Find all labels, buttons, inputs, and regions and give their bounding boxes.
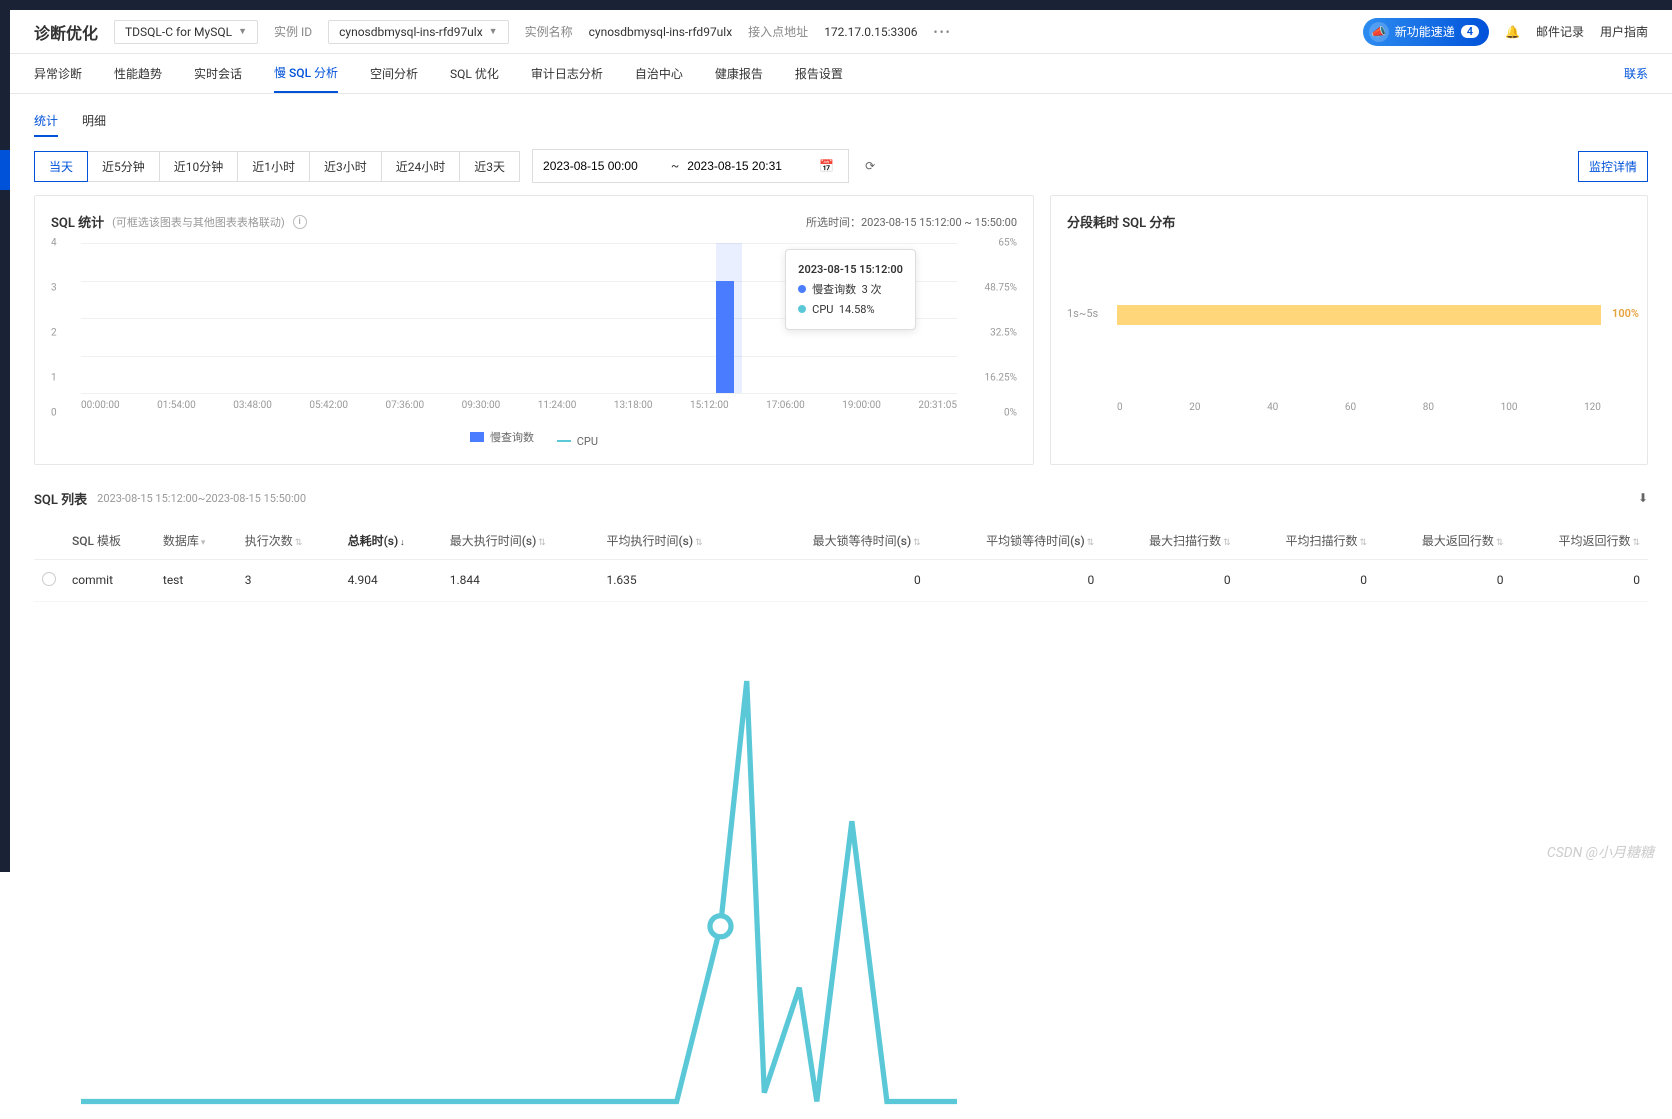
col-avg-return[interactable]: 平均返回行数⇅	[1511, 522, 1648, 560]
instance-id-value: cynosdbmysql-ins-rfd97ulx	[339, 25, 483, 39]
tab-report-settings[interactable]: 报告设置	[795, 55, 843, 92]
range-3d[interactable]: 近3天	[459, 151, 520, 182]
db-type-value: TDSQL-C for MySQL	[125, 25, 232, 39]
page-title: 诊断优化	[34, 20, 98, 44]
selected-time-label: 所选时间：2023-08-15 15:12:00 ~ 15:50:00	[806, 214, 1017, 230]
header-bar: 诊断优化 TDSQL-C for MySQL ▼ 实例 ID cynosdbmy…	[10, 10, 1672, 54]
y-right-tick: 65%	[998, 238, 1017, 249]
tab-autonomy[interactable]: 自治中心	[635, 55, 683, 92]
main-nav-tabs: 异常诊断 性能趋势 实时会话 慢 SQL 分析 空间分析 SQL 优化 审计日志…	[10, 54, 1672, 94]
top-dark-bar	[0, 0, 1672, 10]
endpoint-label: 接入点地址	[748, 23, 808, 40]
instance-id-dropdown[interactable]: cynosdbmysql-ins-rfd97ulx ▼	[328, 20, 508, 44]
cpu-line	[81, 243, 957, 1119]
y-right-tick: 16.25%	[985, 373, 1017, 384]
dist-chart[interactable]: 1s~5s 100% 0 20 40 60 80 100 120	[1067, 243, 1631, 413]
sql-stats-title: SQL 统计	[51, 212, 104, 231]
tab-live-session[interactable]: 实时会话	[194, 55, 242, 92]
refresh-icon[interactable]: ⟳	[861, 155, 879, 177]
y-right-tick: 48.75%	[985, 283, 1017, 294]
sub-tabs: 统计 明细	[10, 94, 1672, 137]
col-max-scan[interactable]: 最大扫描行数⇅	[1102, 522, 1238, 560]
cell-max-return: 0	[1375, 559, 1511, 601]
calendar-icon[interactable]: 📅	[815, 155, 838, 177]
user-guide-link[interactable]: 用户指南	[1600, 23, 1648, 40]
toolbar: 当天 近5分钟 近10分钟 近1小时 近3小时 近24小时 近3天 ~ 📅 ⟳ …	[10, 137, 1672, 195]
bell-icon[interactable]: 🔔	[1505, 25, 1520, 39]
new-feature-button[interactable]: 📣 新功能速递 4	[1363, 18, 1489, 46]
tab-health[interactable]: 健康报告	[715, 55, 763, 92]
sql-stats-chart[interactable]: 4 3 2 1 0 65% 48.75% 32.5% 16.25% 0%	[51, 243, 1017, 423]
instance-id-label: 实例 ID	[274, 23, 312, 40]
contact-link[interactable]: 联系	[1624, 65, 1648, 82]
y-right-tick: 0%	[1004, 408, 1017, 419]
watermark: CSDN @小月糖糖	[1547, 842, 1654, 862]
instance-name-value: cynosdbmysql-ins-rfd97ulx	[589, 25, 733, 39]
mail-link[interactable]: 邮件记录	[1536, 23, 1584, 40]
time-range-group: 当天 近5分钟 近10分钟 近1小时 近3小时 近24小时 近3天	[34, 151, 520, 182]
more-actions-icon[interactable]: •••	[934, 25, 952, 39]
dist-bar[interactable]	[1117, 305, 1601, 325]
megaphone-icon: 📣	[1369, 22, 1389, 42]
left-rail	[0, 10, 10, 872]
row-radio[interactable]	[42, 572, 56, 586]
cell-max-scan: 0	[1102, 559, 1238, 601]
date-from-input[interactable]	[543, 159, 663, 173]
cell-avg-return: 0	[1511, 559, 1648, 601]
y-left-tick: 4	[51, 238, 57, 249]
tab-exception[interactable]: 异常诊断	[34, 55, 82, 92]
range-3h[interactable]: 近3小时	[309, 151, 382, 182]
x-axis: 00:00:00 01:54:00 03:48:00 05:42:00 07:3…	[81, 400, 957, 411]
info-icon[interactable]: i	[293, 215, 307, 229]
dist-bucket-label: 1s~5s	[1067, 307, 1098, 320]
tab-sql-opt[interactable]: SQL 优化	[450, 55, 499, 92]
tooltip-time: 2023-08-15 15:12:00	[798, 260, 903, 280]
sql-stats-panel: SQL 统计 (可框选该图表与其他图表表格联动) i 所选时间：2023-08-…	[34, 195, 1034, 465]
cell-avg-scan: 0	[1239, 559, 1375, 601]
y-left-tick: 1	[51, 373, 57, 384]
col-avg-scan[interactable]: 平均扫描行数⇅	[1239, 522, 1375, 560]
endpoint-value: 172.17.0.15:3306	[824, 25, 917, 39]
chart-tooltip: 2023-08-15 15:12:00 慢查询数 3 次 CPU 14.58%	[785, 249, 916, 330]
y-right-tick: 32.5%	[990, 328, 1017, 339]
range-today[interactable]: 当天	[34, 151, 88, 182]
col-max-return[interactable]: 最大返回行数⇅	[1375, 522, 1511, 560]
new-feature-label: 新功能速递	[1395, 23, 1455, 40]
range-1h[interactable]: 近1小时	[237, 151, 310, 182]
instance-name-label: 实例名称	[525, 23, 573, 40]
monitor-detail-button[interactable]: 监控详情	[1578, 151, 1648, 182]
range-24h[interactable]: 近24小时	[381, 151, 461, 182]
left-rail-accent	[0, 150, 10, 190]
new-feature-count: 4	[1461, 25, 1479, 38]
dist-panel: 分段耗时 SQL 分布 1s~5s 100% 0 20 40 60 80 100…	[1050, 195, 1648, 465]
col-select	[34, 522, 64, 560]
db-type-dropdown[interactable]: TDSQL-C for MySQL ▼	[114, 20, 258, 44]
range-5m[interactable]: 近5分钟	[87, 151, 160, 182]
sub-tab-detail[interactable]: 明细	[82, 106, 106, 137]
y-left-tick: 3	[51, 283, 57, 294]
dist-title: 分段耗时 SQL 分布	[1067, 212, 1175, 231]
tab-perf-trend[interactable]: 性能趋势	[114, 55, 162, 92]
range-10m[interactable]: 近10分钟	[159, 151, 239, 182]
dist-bucket-value: 100%	[1612, 307, 1639, 320]
caret-down-icon: ▼	[489, 26, 498, 37]
date-sep: ~	[671, 159, 679, 173]
y-left-tick: 2	[51, 328, 57, 339]
sql-stats-hint: (可框选该图表与其他图表表格联动)	[112, 214, 285, 230]
selection-highlight	[716, 243, 742, 393]
sub-tab-stats[interactable]: 统计	[34, 106, 58, 137]
download-icon[interactable]: ⬇	[1638, 491, 1648, 505]
date-to-input[interactable]	[687, 159, 807, 173]
sql-table-title: SQL 列表	[34, 489, 87, 508]
date-range-picker[interactable]: ~ 📅	[532, 149, 849, 183]
caret-down-icon: ▼	[238, 26, 247, 37]
tab-audit-log[interactable]: 审计日志分析	[531, 55, 603, 92]
dist-x-axis: 0 20 40 60 80 100 120	[1117, 402, 1601, 413]
tab-space[interactable]: 空间分析	[370, 55, 418, 92]
tab-slow-sql[interactable]: 慢 SQL 分析	[274, 54, 338, 93]
y-left-tick: 0	[51, 408, 57, 419]
